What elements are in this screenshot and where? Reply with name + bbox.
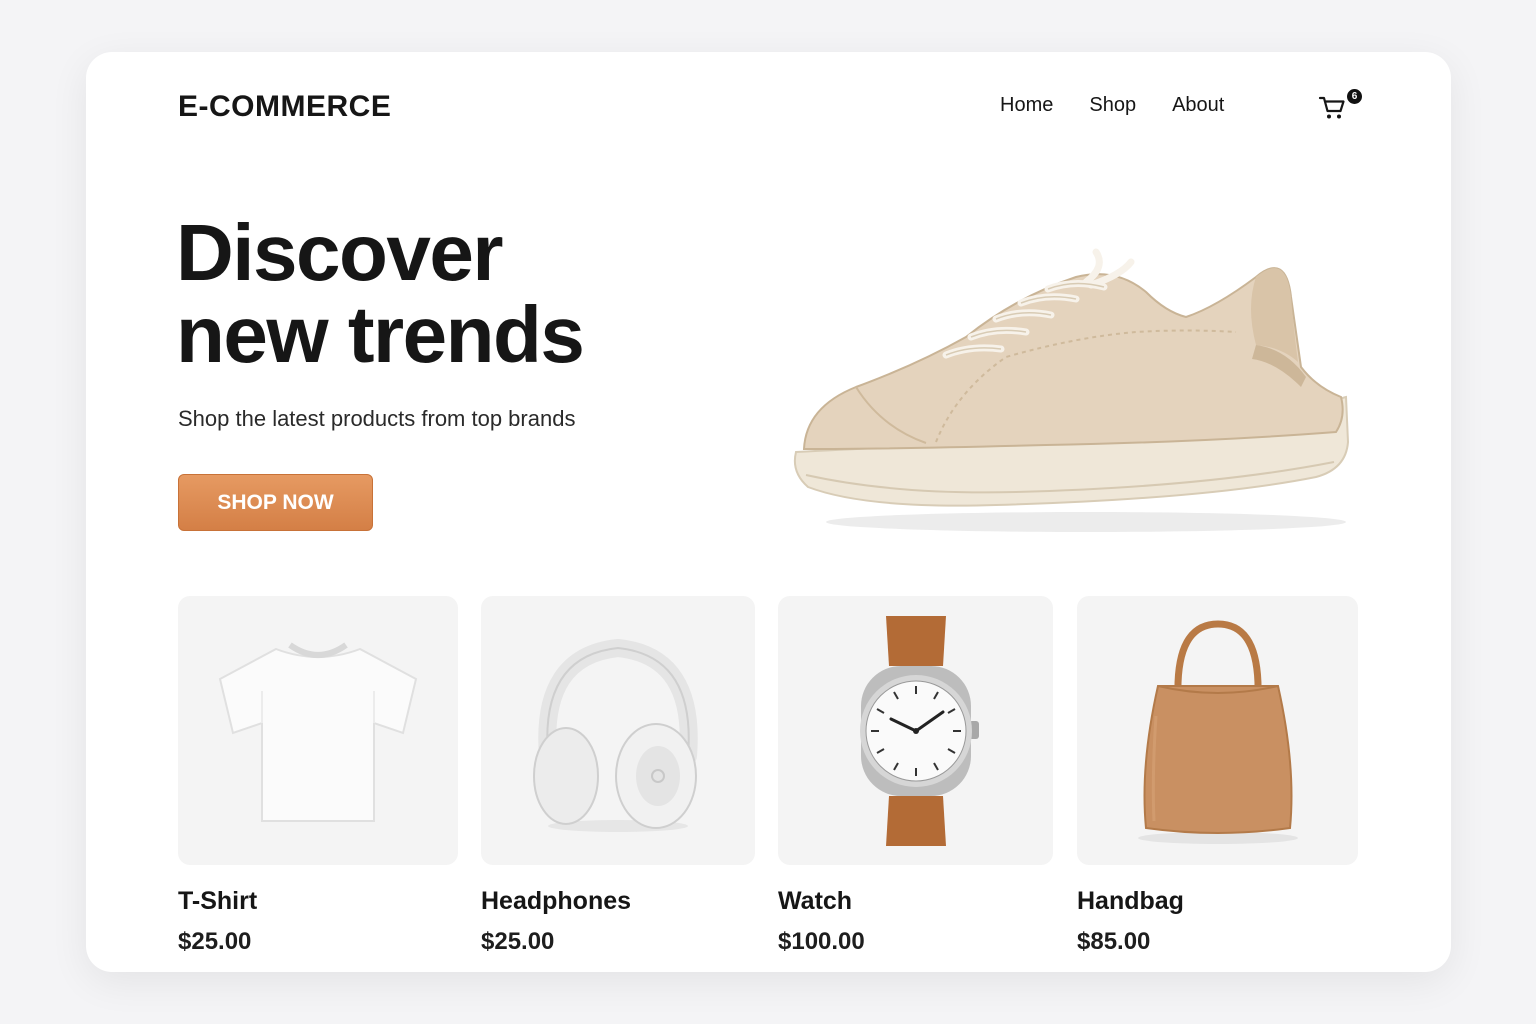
headphones-image xyxy=(533,638,698,832)
product-thumb[interactable] xyxy=(1077,596,1358,865)
cart-button[interactable]: 6 xyxy=(1318,88,1366,128)
product-card[interactable]: Handbag $85.00 xyxy=(1077,596,1358,956)
hero-subtitle: Shop the latest products from top brands xyxy=(178,406,576,431)
product-name[interactable]: Headphones xyxy=(481,887,755,916)
nav-home[interactable]: Home xyxy=(1000,94,1053,117)
product-price: $25.00 xyxy=(178,928,252,955)
product-card[interactable]: T-Shirt $25.00 xyxy=(178,596,458,956)
product-thumb[interactable] xyxy=(481,596,755,865)
cart-icon xyxy=(1318,96,1345,119)
hero-title-line1: Discover xyxy=(176,208,503,297)
product-price: $25.00 xyxy=(481,928,555,955)
product-price: $85.00 xyxy=(1077,928,1151,955)
product-name[interactable]: T-Shirt xyxy=(178,887,458,916)
product-card[interactable]: Watch $100.00 xyxy=(778,596,1053,956)
nav-shop[interactable]: Shop xyxy=(1089,94,1136,117)
cart-count-badge: 6 xyxy=(1346,88,1363,105)
watch-image xyxy=(859,615,979,846)
hero-title: Discover new trends xyxy=(176,208,585,379)
tshirt-image xyxy=(218,642,418,822)
nav-about[interactable]: About xyxy=(1172,94,1224,117)
product-thumb[interactable] xyxy=(778,596,1053,865)
logo[interactable]: E-COMMERCE xyxy=(178,90,391,124)
product-name[interactable]: Handbag xyxy=(1077,887,1358,916)
product-name[interactable]: Watch xyxy=(778,887,1053,916)
main-nav: Home Shop About xyxy=(1000,94,1260,117)
shop-now-button[interactable]: SHOP NOW xyxy=(178,474,373,531)
hero-title-line2: new trends xyxy=(176,290,585,379)
product-card[interactable]: Headphones $25.00 xyxy=(481,596,755,956)
product-thumb[interactable] xyxy=(178,596,458,865)
product-price: $100.00 xyxy=(778,928,865,955)
sneaker-image xyxy=(793,248,1350,532)
handbag-image xyxy=(1137,619,1298,844)
page-card: E-COMMERCE Home Shop About 6 Discover ne… xyxy=(86,52,1451,972)
